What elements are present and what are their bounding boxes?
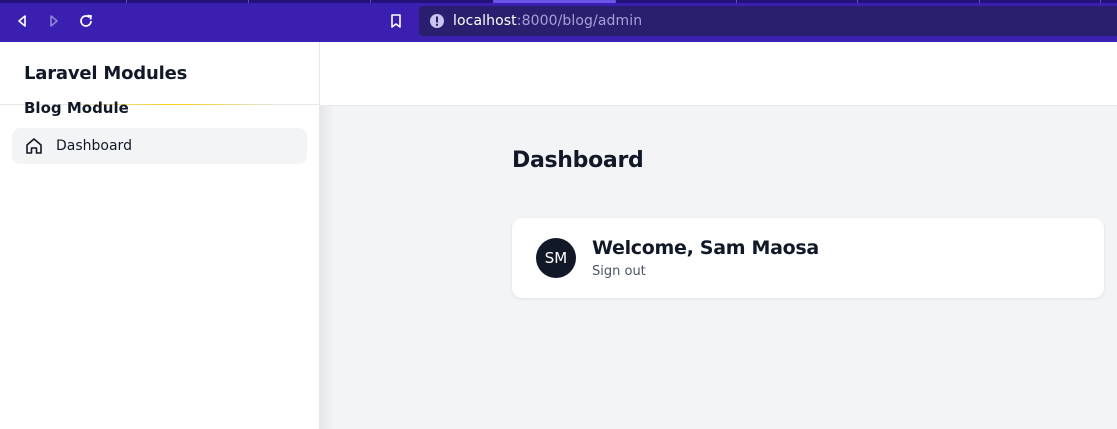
bookmark-button[interactable] — [384, 9, 408, 33]
tab-separator — [248, 0, 249, 3]
brand-title[interactable]: Laravel Modules — [24, 63, 187, 84]
address-bar[interactable]: localhost:8000/blog/admin — [419, 6, 1117, 36]
tab-separator — [979, 0, 980, 3]
avatar: SM — [536, 238, 576, 278]
page-title: Dashboard — [512, 148, 644, 173]
home-icon — [26, 138, 42, 154]
forward-button[interactable] — [42, 9, 66, 33]
welcome-card: SM Welcome, Sam Maosa Sign out — [512, 218, 1104, 298]
tab-separator — [857, 0, 858, 3]
url-path: :8000/blog/admin — [516, 13, 643, 29]
active-tab-indicator[interactable] — [493, 0, 615, 3]
browser-toolbar: localhost:8000/blog/admin — [0, 0, 1117, 42]
welcome-heading: Welcome, Sam Maosa — [592, 237, 819, 259]
sidebar-section-title: Blog Module — [24, 99, 129, 117]
sidebar-header: Laravel Modules — [0, 42, 319, 105]
tab-separator — [615, 0, 616, 3]
tab-separator — [370, 0, 371, 3]
tab-separator — [1100, 0, 1101, 3]
tab-separator — [493, 0, 494, 3]
back-button[interactable] — [10, 9, 34, 33]
reload-button[interactable] — [74, 9, 98, 33]
top-bar — [320, 42, 1117, 106]
url-host: localhost — [453, 13, 517, 29]
bookmark-icon — [391, 14, 401, 28]
url-text: localhost:8000/blog/admin — [453, 13, 642, 29]
sign-out-link[interactable]: Sign out — [592, 264, 646, 279]
tab-separator — [126, 0, 127, 3]
back-icon — [18, 15, 26, 27]
sidebar-item-dashboard[interactable]: Dashboard — [12, 128, 307, 164]
tab-strip — [0, 0, 1117, 3]
tab-separator — [736, 0, 737, 3]
sidebar-shadow — [320, 106, 334, 429]
forward-icon — [50, 15, 58, 27]
sidebar-item-label: Dashboard — [56, 138, 132, 154]
reload-icon — [80, 14, 92, 27]
info-icon[interactable] — [429, 13, 445, 29]
